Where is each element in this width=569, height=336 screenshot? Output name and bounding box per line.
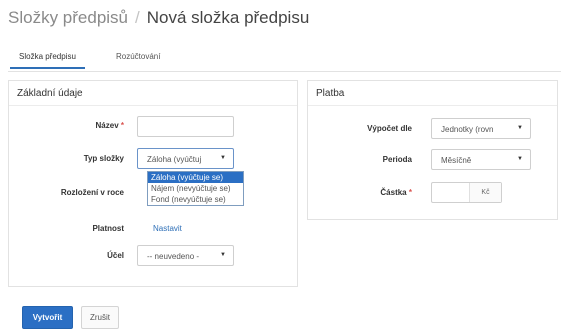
tab-slozka-predpisu[interactable]: Složka předpisu — [10, 52, 85, 69]
calculation-label: Výpočet dle — [367, 124, 412, 133]
chevron-down-icon: ▼ — [220, 252, 226, 258]
purpose-label: Účel — [107, 251, 124, 260]
tab-bar: Složka předpisu Rozúčtování — [8, 46, 561, 72]
create-button[interactable]: Vytvořit — [22, 306, 73, 329]
purpose-select[interactable]: -- neuvedeno - ▼ — [137, 245, 234, 266]
divider — [9, 105, 297, 106]
currency-addon: Kč — [469, 183, 501, 202]
amount-input[interactable]: Kč — [431, 182, 502, 203]
calculation-select[interactable]: Jednotky (rovn ▼ — [431, 118, 531, 139]
type-select-value: Záloha (vyúčtuj — [147, 155, 202, 164]
name-input[interactable] — [137, 116, 234, 137]
required-mark: * — [120, 121, 124, 130]
breadcrumb-parent[interactable]: Složky předpisů — [8, 8, 128, 27]
payment-title: Platba — [316, 88, 345, 99]
type-option[interactable]: Záloha (vyúčtuje se) — [148, 172, 243, 183]
cancel-button[interactable]: Zrušit — [81, 306, 119, 329]
type-dropdown-list: Záloha (vyúčtuje se) Nájem (nevyúčtuje s… — [147, 171, 244, 206]
chevron-down-icon: ▼ — [220, 155, 226, 161]
type-option[interactable]: Nájem (nevyúčtuje se) — [148, 183, 243, 194]
period-label: Perioda — [382, 155, 412, 164]
calculation-select-value: Jednotky (rovn — [441, 125, 494, 134]
name-label: Název * — [95, 121, 124, 130]
divider — [308, 105, 557, 106]
purpose-select-value: -- neuvedeno - — [147, 252, 200, 261]
distribution-label: Rozložení v roce — [60, 188, 124, 197]
type-option[interactable]: Fond (nevyúčtuje se) — [148, 194, 243, 205]
page-title: Složky předpisů / Nová složka předpisu — [8, 8, 309, 28]
type-select[interactable]: Záloha (vyúčtuj ▼ — [137, 148, 234, 169]
amount-label: Částka * — [380, 188, 412, 197]
basic-data-title: Základní údaje — [17, 88, 83, 99]
set-validity-link[interactable]: Nastavit — [153, 224, 182, 233]
breadcrumb-current: Nová složka předpisu — [146, 8, 310, 27]
breadcrumb-separator: / — [135, 8, 140, 27]
period-select[interactable]: Měsíčně ▼ — [431, 149, 531, 170]
tab-rozuctovani[interactable]: Rozúčtování — [116, 52, 160, 61]
validity-label: Platnost — [92, 224, 124, 233]
type-label: Typ složky — [83, 154, 124, 163]
chevron-down-icon: ▼ — [517, 125, 523, 131]
required-mark: * — [408, 188, 412, 197]
chevron-down-icon: ▼ — [517, 156, 523, 162]
period-select-value: Měsíčně — [441, 156, 472, 165]
